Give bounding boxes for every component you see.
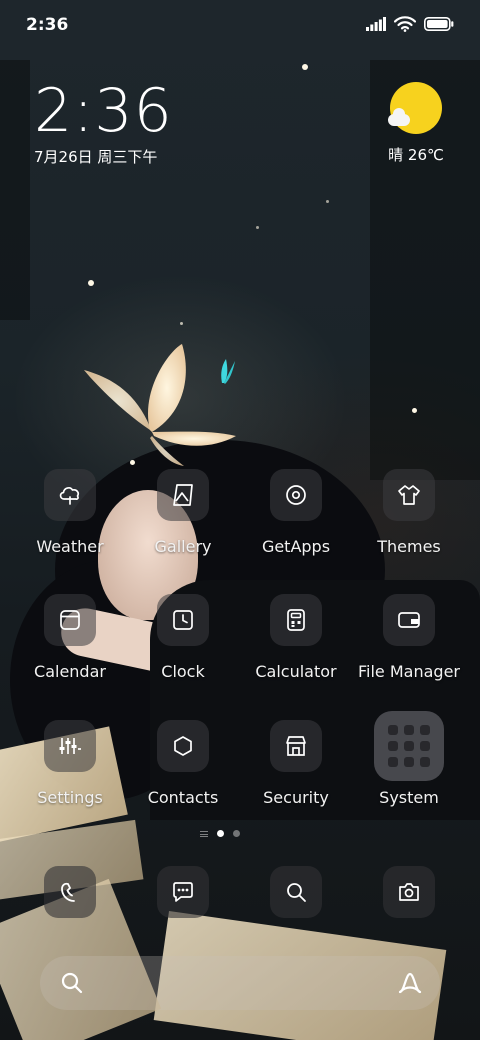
spark <box>180 322 183 325</box>
spark <box>88 280 94 286</box>
app-security[interactable]: Security <box>240 720 352 807</box>
app-tile <box>270 594 322 646</box>
app-system-folder[interactable]: System <box>353 711 465 807</box>
app-label: Gallery <box>154 537 212 556</box>
tshirt-icon <box>398 485 420 505</box>
calendar-icon <box>60 610 80 630</box>
app-label: File Manager <box>358 662 460 681</box>
phone-icon <box>61 882 75 902</box>
sliders-icon <box>59 738 81 754</box>
cloud-icon <box>388 108 410 126</box>
signal-icon <box>366 17 386 31</box>
app-label: Clock <box>161 662 205 681</box>
calculator-icon <box>287 609 305 631</box>
status-icons <box>366 16 454 32</box>
dock-messages[interactable] <box>157 866 209 918</box>
dock-phone[interactable] <box>44 866 96 918</box>
camera-icon <box>399 883 419 901</box>
app-label: Calendar <box>34 662 106 681</box>
app-themes[interactable]: Themes <box>353 469 465 556</box>
app-calendar[interactable]: Calendar <box>14 594 126 681</box>
small-butterfly <box>221 359 235 384</box>
clock-date: 7月26日 周三下午 <box>34 148 158 166</box>
folder-mini-app <box>404 741 414 751</box>
search-bar[interactable] <box>40 956 440 1010</box>
page-dot <box>233 830 240 837</box>
location-pin-icon <box>286 485 306 505</box>
app-calculator[interactable]: Calculator <box>240 594 352 681</box>
cloud-icon <box>59 487 80 505</box>
app-gallery[interactable]: Gallery <box>127 469 239 556</box>
bookshelf-left <box>0 60 30 320</box>
app-label: System <box>379 788 439 807</box>
app-label: GetApps <box>261 537 331 556</box>
app-label: Calculator <box>255 662 337 681</box>
folder-mini-app <box>388 725 398 735</box>
folder-mini-app <box>420 757 430 767</box>
wifi-icon <box>394 16 416 32</box>
app-tile <box>383 469 435 521</box>
page-dot-active <box>217 830 224 837</box>
app-tile <box>157 720 209 772</box>
spark <box>256 226 259 229</box>
app-file-manager[interactable]: File Manager <box>353 594 465 681</box>
search-icon <box>61 972 83 994</box>
image-icon <box>173 484 193 506</box>
assistant-icon[interactable] <box>396 970 424 996</box>
app-clock[interactable]: Clock <box>127 594 239 681</box>
shield-shop-icon <box>286 736 306 756</box>
folder-icon <box>398 612 420 628</box>
app-label: Settings <box>37 788 103 807</box>
browser-search-icon <box>287 883 306 902</box>
app-tile <box>383 594 435 646</box>
app-tile <box>44 594 96 646</box>
messages-icon <box>173 882 193 902</box>
dock-browser[interactable] <box>270 866 322 918</box>
page-list-icon <box>200 830 208 837</box>
status-time: 2:36 <box>26 15 69 35</box>
app-settings[interactable]: Settings <box>14 720 126 807</box>
app-label: Contacts <box>147 788 219 807</box>
app-weather[interactable]: Weather <box>14 469 126 556</box>
folder-mini-app <box>388 741 398 751</box>
app-tile <box>157 594 209 646</box>
folder-grid-icon <box>374 711 444 781</box>
page-indicator[interactable] <box>200 830 240 837</box>
battery-icon <box>424 17 454 31</box>
folder-mini-app <box>420 725 430 735</box>
folder-mini-app <box>404 757 414 767</box>
spark <box>412 408 417 413</box>
app-contacts[interactable]: Contacts <box>127 720 239 807</box>
spark <box>326 200 329 203</box>
app-tile <box>157 469 209 521</box>
clock-widget[interactable]: 2:36 7月26日 周三下午 <box>34 80 173 167</box>
spark <box>130 460 135 465</box>
sunny-icon <box>388 82 442 134</box>
app-getapps[interactable]: GetApps <box>240 469 352 556</box>
app-label: Security <box>263 788 329 807</box>
folder-mini-app <box>404 725 414 735</box>
app-tile <box>270 720 322 772</box>
app-tile <box>270 469 322 521</box>
folder-mini-app <box>388 757 398 767</box>
status-bar: 2:36 <box>0 0 480 50</box>
app-label: Themes <box>377 537 441 556</box>
butterfly <box>84 344 236 466</box>
weather-widget[interactable]: 晴 26℃ <box>386 82 446 165</box>
app-label: Weather <box>36 537 104 556</box>
clock-time: 2:36 <box>34 76 173 146</box>
contacts-icon <box>174 736 192 756</box>
spark <box>302 64 308 70</box>
dock-camera[interactable] <box>383 866 435 918</box>
clock-icon <box>173 610 193 630</box>
app-tile <box>44 469 96 521</box>
weather-condition-temp: 晴 26℃ <box>388 146 444 164</box>
app-tile <box>44 720 96 772</box>
folder-mini-app <box>420 741 430 751</box>
